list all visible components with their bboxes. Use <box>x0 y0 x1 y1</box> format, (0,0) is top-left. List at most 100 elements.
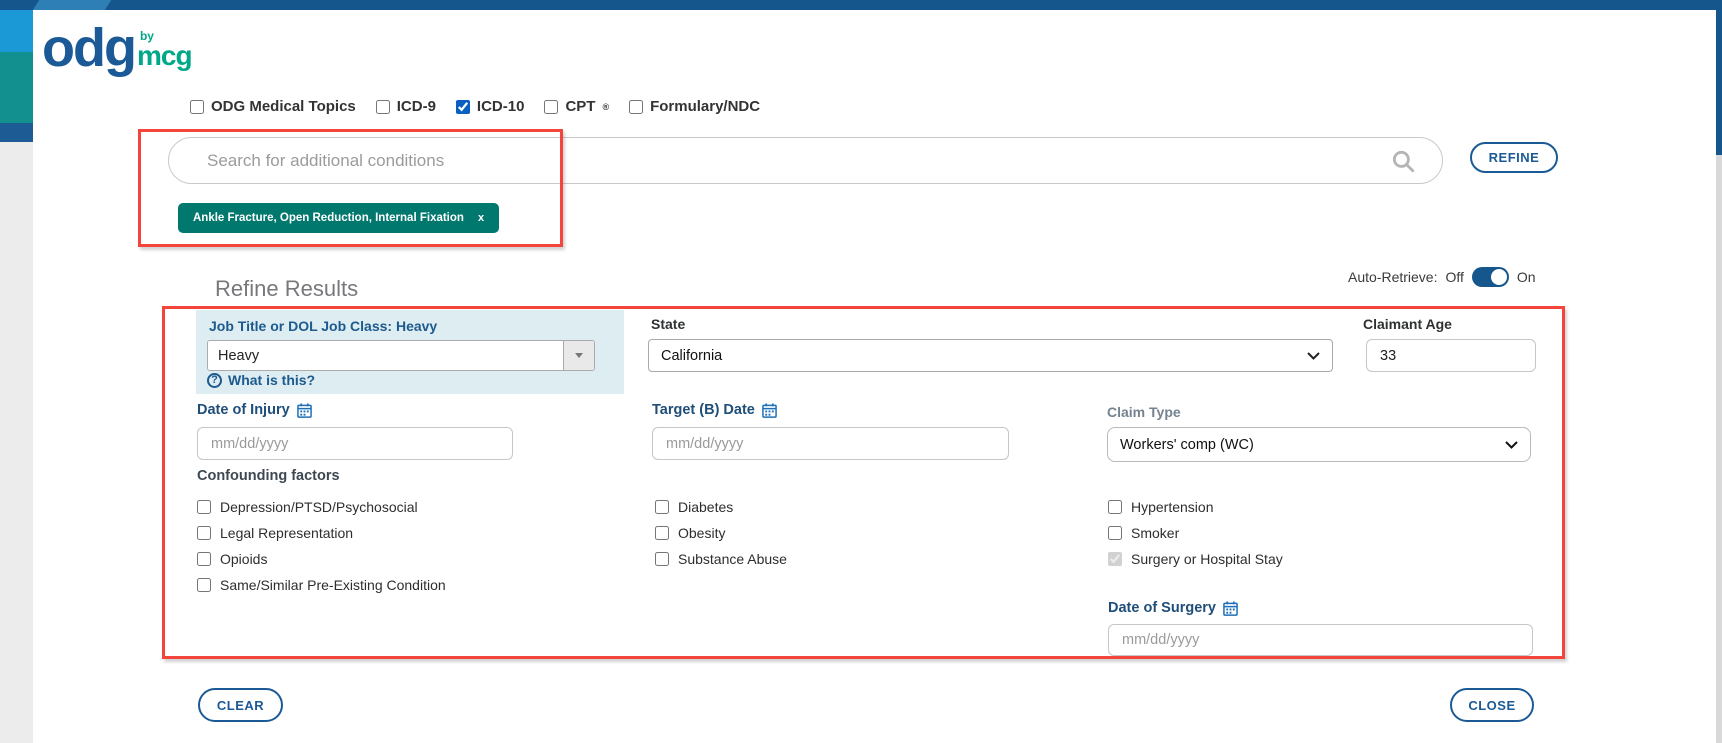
target-date-input[interactable] <box>652 427 1009 460</box>
claim-type-select-wrap: Workers' comp (WC) <box>1107 427 1531 462</box>
icd-9-checkbox[interactable] <box>376 100 390 114</box>
filter-label: CPT <box>565 98 595 115</box>
factor-substance-abuse[interactable]: Substance Abuse <box>655 551 787 567</box>
factor-surgery-or-hospital-stay: Surgery or Hospital Stay <box>1108 551 1283 567</box>
job-class-box: Job Title or DOL Job Class: Heavy ? What… <box>196 310 624 394</box>
odg-search-page: odg by mcg ODG Medical Topics ICD-9 ICD-… <box>0 0 1722 743</box>
target-date-label-row: Target (B) Date <box>652 402 777 418</box>
clear-button[interactable]: CLEAR <box>198 688 283 722</box>
toggle-knob <box>1491 269 1507 285</box>
job-class-label: Job Title or DOL Job Class: Heavy <box>209 318 437 334</box>
hypertension-checkbox[interactable] <box>1108 500 1122 514</box>
filter-label: ICD-10 <box>477 98 525 115</box>
icd-10-checkbox[interactable] <box>456 100 470 114</box>
scrollbar-track[interactable] <box>1716 155 1722 743</box>
filter-odg-medical-topics[interactable]: ODG Medical Topics <box>190 98 356 115</box>
state-select-wrap: California <box>648 339 1333 372</box>
odg-mcg-logo: odg by mcg <box>42 20 192 76</box>
date-of-injury-label-row: Date of Injury <box>197 402 312 418</box>
calendar-icon[interactable] <box>1223 601 1238 616</box>
filter-icd-10[interactable]: ICD-10 <box>456 98 525 115</box>
opioids-checkbox[interactable] <box>197 552 211 566</box>
legal-representation-checkbox[interactable] <box>197 526 211 540</box>
left-banner-navy <box>0 123 33 142</box>
auto-retrieve-control: Auto-Retrieve: Off On <box>1348 267 1536 287</box>
auto-retrieve-label: Auto-Retrieve: <box>1348 269 1437 285</box>
search-category-filter-row: ODG Medical Topics ICD-9 ICD-10 CPT® For… <box>190 98 760 115</box>
top-banner-accent <box>33 0 111 10</box>
factor-label: Opioids <box>220 551 267 567</box>
refine-button[interactable]: REFINE <box>1470 142 1558 173</box>
factor-label: Hypertension <box>1131 499 1214 515</box>
auto-retrieve-on-label: On <box>1517 269 1536 285</box>
date-of-surgery-input[interactable] <box>1108 624 1533 656</box>
date-of-injury-label: Date of Injury <box>197 402 290 418</box>
odg-medical-topics-checkbox[interactable] <box>190 100 204 114</box>
job-class-dropdown-button[interactable] <box>563 341 594 370</box>
depression-checkbox[interactable] <box>197 500 211 514</box>
factor-label: Legal Representation <box>220 525 353 541</box>
auto-retrieve-toggle[interactable] <box>1472 267 1509 287</box>
diabetes-checkbox[interactable] <box>655 500 669 514</box>
question-circle-icon: ? <box>207 373 222 388</box>
target-date-label: Target (B) Date <box>652 402 755 418</box>
factor-label: Surgery or Hospital Stay <box>1131 551 1283 567</box>
top-banner <box>0 0 1722 10</box>
factor-label: Substance Abuse <box>678 551 787 567</box>
what-is-this-label: What is this? <box>228 372 315 388</box>
formulary-ndc-checkbox[interactable] <box>629 100 643 114</box>
filter-label: Formulary/NDC <box>650 98 760 115</box>
state-label: State <box>651 316 685 332</box>
factor-label: Smoker <box>1131 525 1179 541</box>
filter-label: ODG Medical Topics <box>211 98 356 115</box>
search-icon[interactable] <box>1390 148 1416 174</box>
factor-hypertension[interactable]: Hypertension <box>1108 499 1214 515</box>
factor-label: Diabetes <box>678 499 733 515</box>
remove-condition-icon[interactable]: x <box>478 212 484 224</box>
job-class-combobox <box>207 340 595 371</box>
search-input[interactable] <box>169 151 1390 171</box>
claimant-age-label: Claimant Age <box>1363 316 1452 332</box>
auto-retrieve-off-label: Off <box>1445 269 1463 285</box>
left-banner <box>0 0 33 743</box>
surgery-hospital-stay-checkbox <box>1108 552 1122 566</box>
factor-label: Depression/PTSD/Psychosocial <box>220 499 418 515</box>
cpt-checkbox[interactable] <box>544 100 558 114</box>
date-of-surgery-label: Date of Surgery <box>1108 600 1216 616</box>
date-of-surgery-label-row: Date of Surgery <box>1108 600 1238 616</box>
factor-same-similar-pre-existing[interactable]: Same/Similar Pre-Existing Condition <box>197 577 446 593</box>
obesity-checkbox[interactable] <box>655 526 669 540</box>
substance-abuse-checkbox[interactable] <box>655 552 669 566</box>
factor-label: Same/Similar Pre-Existing Condition <box>220 577 446 593</box>
condition-tag-label: Ankle Fracture, Open Reduction, Internal… <box>193 212 464 224</box>
state-select[interactable]: California <box>648 339 1333 372</box>
logo-mcg-text: mcg <box>137 42 192 69</box>
factor-opioids[interactable]: Opioids <box>197 551 267 567</box>
filter-label: ICD-9 <box>397 98 436 115</box>
left-banner-teal <box>0 52 33 123</box>
logo-odg-text: odg <box>42 20 135 76</box>
factor-diabetes[interactable]: Diabetes <box>655 499 733 515</box>
smoker-checkbox[interactable] <box>1108 526 1122 540</box>
claim-type-label: Claim Type <box>1107 404 1181 420</box>
what-is-this-link[interactable]: ? What is this? <box>207 372 315 388</box>
same-similar-checkbox[interactable] <box>197 578 211 592</box>
factor-obesity[interactable]: Obesity <box>655 525 725 541</box>
claim-type-select[interactable]: Workers' comp (WC) <box>1107 427 1531 462</box>
factor-smoker[interactable]: Smoker <box>1108 525 1179 541</box>
factor-legal-representation[interactable]: Legal Representation <box>197 525 353 541</box>
filter-icd-9[interactable]: ICD-9 <box>376 98 436 115</box>
filter-cpt[interactable]: CPT® <box>544 98 609 115</box>
selected-condition-tag[interactable]: Ankle Fracture, Open Reduction, Internal… <box>178 203 499 233</box>
right-banner <box>1716 0 1722 155</box>
refine-results-title: Refine Results <box>215 276 358 302</box>
calendar-icon[interactable] <box>762 403 777 418</box>
condition-search-bar <box>168 137 1443 184</box>
claimant-age-input[interactable] <box>1366 339 1536 372</box>
factor-depression[interactable]: Depression/PTSD/Psychosocial <box>197 499 418 515</box>
date-of-injury-input[interactable] <box>197 427 513 460</box>
calendar-icon[interactable] <box>297 403 312 418</box>
filter-formulary-ndc[interactable]: Formulary/NDC <box>629 98 760 115</box>
job-class-input[interactable] <box>208 341 563 370</box>
close-button[interactable]: CLOSE <box>1450 688 1534 722</box>
